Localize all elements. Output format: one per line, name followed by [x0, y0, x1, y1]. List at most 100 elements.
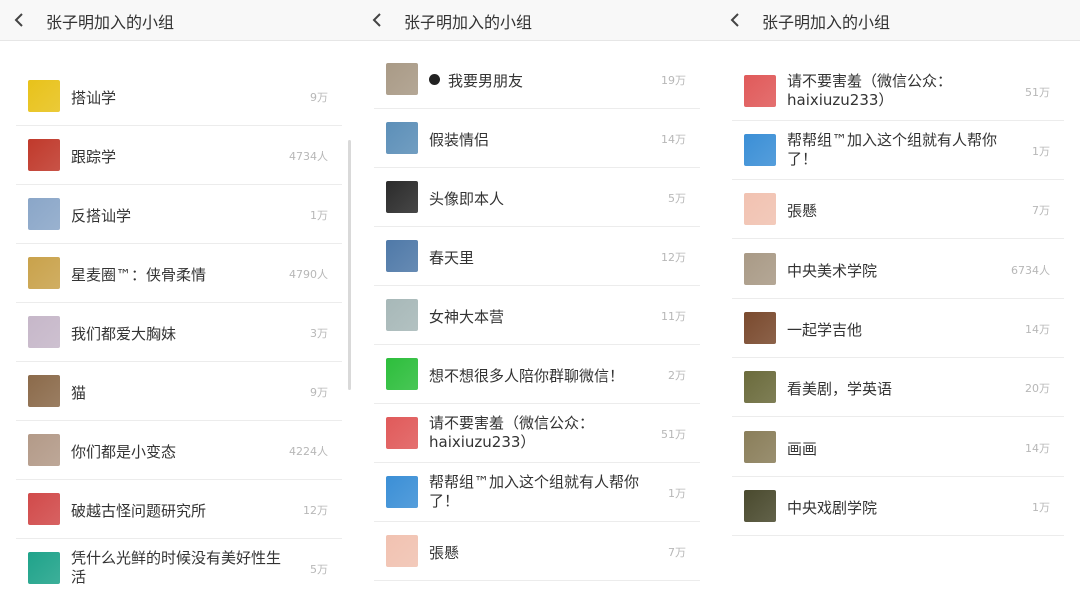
member-count: 2万 [668, 369, 686, 382]
group-avatar [744, 431, 776, 463]
page-title: 张子明加入的小组 [404, 13, 533, 32]
list-item[interactable]: 春天里 12万 [374, 227, 700, 286]
group-avatar [386, 417, 418, 449]
group-avatar [744, 134, 776, 166]
group-name: 凭什么光鲜的时候没有美好性生活 [71, 549, 282, 586]
group-name: 假装情侣 [429, 131, 490, 149]
group-name: 想不想很多人陪你群聊微信！ [429, 367, 625, 385]
member-count: 6734人 [1011, 264, 1050, 277]
group-avatar [28, 198, 60, 230]
group-name: 画画 [787, 440, 818, 458]
member-count: 12万 [303, 504, 328, 517]
group-name: 请不要害羞（微信公众：haixiuzu233） [787, 72, 953, 109]
list-item[interactable]: 跟踪学 4734人 [16, 126, 342, 185]
list-item[interactable]: 搭讪学 9万 [16, 67, 342, 126]
member-count: 7万 [668, 546, 686, 559]
list-item[interactable]: 我要男朋友 19万 [374, 50, 700, 109]
list-item[interactable]: 張懸 7万 [732, 180, 1064, 239]
top-bar: 张子明加入的小组 [0, 0, 358, 41]
member-count: 11万 [661, 310, 686, 323]
group-list-panel-1: 搭讪学 9万 跟踪学 4734人 反搭讪学 1万 星麦圈™：侠骨柔情 4790人… [0, 0, 358, 595]
group-name: 搭讪学 [71, 89, 117, 107]
member-count: 1万 [668, 487, 686, 500]
list-item[interactable]: 猫 9万 [16, 362, 342, 421]
group-avatar [386, 299, 418, 331]
list-item[interactable]: 请不要害羞（微信公众：haixiuzu233） 51万 [732, 62, 1064, 121]
page-title: 张子明加入的小组 [762, 13, 891, 32]
list-item[interactable]: 想不想很多人陪你群聊微信！ 2万 [374, 345, 700, 404]
member-count: 51万 [661, 428, 686, 441]
group-avatar [28, 80, 60, 112]
list-item[interactable]: 中央美术学院 6734人 [732, 240, 1064, 299]
group-name: 張懸 [787, 202, 818, 220]
group-name: 跟踪学 [71, 148, 117, 166]
list-item[interactable]: 星麦圈™：侠骨柔情 4790人 [16, 244, 342, 303]
top-bar: 张子明加入的小组 [716, 0, 1080, 41]
group-avatar [744, 312, 776, 344]
member-count: 4734人 [289, 150, 328, 163]
group-list-panel-3: 请不要害羞（微信公众：haixiuzu233） 51万 帮帮组™加入这个组就有人… [716, 0, 1080, 595]
top-bar: 张子明加入的小组 [358, 0, 716, 41]
group-avatar [744, 490, 776, 522]
list-item[interactable]: 画画 14万 [732, 418, 1064, 477]
group-avatar [28, 316, 60, 348]
group-avatar [386, 122, 418, 154]
back-button[interactable] [6, 7, 32, 33]
group-avatar [28, 139, 60, 171]
member-count: 1万 [1032, 501, 1050, 514]
member-count: 12万 [661, 251, 686, 264]
list-item[interactable]: 你们都是小变态 4224人 [16, 421, 342, 480]
member-count: 3万 [310, 327, 328, 340]
group-avatar [386, 240, 418, 272]
member-count: 20万 [1025, 382, 1050, 395]
group-name: 中央美术学院 [787, 262, 878, 280]
member-count: 14万 [1025, 323, 1050, 336]
group-avatar [386, 358, 418, 390]
chevron-left-icon [730, 13, 739, 27]
list-item[interactable]: 破越古怪问题研究所 12万 [16, 480, 342, 539]
list-item[interactable]: 请不要害羞（微信公众：haixiuzu233） 51万 [374, 404, 700, 463]
group-name: 春天里 [429, 249, 475, 267]
group-avatar [28, 493, 60, 525]
list-item[interactable]: 帮帮组™加入这个组就有人帮你了！ 1万 [732, 121, 1064, 180]
group-avatar [28, 257, 60, 289]
group-name: 你们都是小变态 [71, 443, 177, 461]
group-name: 请不要害羞（微信公众：haixiuzu233） [429, 414, 595, 451]
group-name: 一起学吉他 [787, 321, 863, 339]
list-item[interactable]: 反搭讪学 1万 [16, 185, 342, 244]
member-count: 51万 [1025, 86, 1050, 99]
scrollbar[interactable] [348, 140, 351, 390]
list-item[interactable]: 凭什么光鲜的时候没有美好性生活 5万 [16, 539, 342, 595]
list-item[interactable]: 張懸 7万 [374, 522, 700, 581]
group-avatar [386, 63, 418, 95]
bullet-icon [429, 74, 440, 85]
list-item[interactable]: 一起学吉他 14万 [732, 299, 1064, 358]
member-count: 19万 [661, 74, 686, 87]
group-name: 帮帮组™加入这个组就有人帮你了！ [787, 131, 998, 168]
group-name: 反搭讪学 [71, 207, 132, 225]
list-item[interactable]: 看美剧，学英语 20万 [732, 358, 1064, 417]
back-button[interactable] [364, 7, 390, 33]
list-item[interactable]: 头像即本人 5万 [374, 168, 700, 227]
member-count: 7万 [1032, 204, 1050, 217]
group-name: 帮帮组™加入这个组就有人帮你了！ [429, 473, 640, 510]
list-item[interactable]: 中央戏剧学院 1万 [732, 477, 1064, 536]
group-name: 猫 [71, 384, 87, 402]
list-item[interactable]: 假装情侣 14万 [374, 109, 700, 168]
list-item[interactable]: 帮帮组™加入这个组就有人帮你了！ 1万 [374, 463, 700, 522]
group-avatar [28, 552, 60, 584]
group-avatar [386, 181, 418, 213]
member-count: 14万 [1025, 442, 1050, 455]
list-item[interactable]: 女神大本营 11万 [374, 286, 700, 345]
member-count: 1万 [310, 209, 328, 222]
member-count: 9万 [310, 386, 328, 399]
member-count: 4790人 [289, 268, 328, 281]
back-button[interactable] [722, 7, 748, 33]
group-name: 破越古怪问题研究所 [71, 502, 207, 520]
page-title: 张子明加入的小组 [46, 13, 175, 32]
list-item[interactable]: 我们都爱大胸妹 3万 [16, 303, 342, 362]
member-count: 5万 [310, 563, 328, 576]
group-avatar [28, 434, 60, 466]
chevron-left-icon [372, 13, 381, 27]
group-avatar [744, 371, 776, 403]
